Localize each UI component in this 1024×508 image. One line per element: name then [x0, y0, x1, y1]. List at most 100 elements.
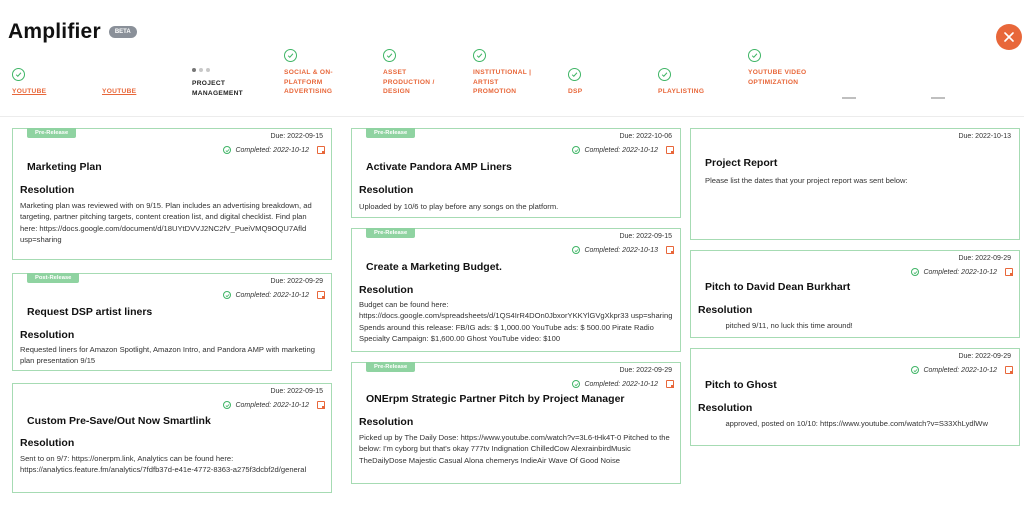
resolution-heading: Resolution — [20, 184, 75, 196]
due-date: Due: 2022-09-15 — [619, 233, 672, 240]
step-label: SOCIAL & ON-PLATFORM ADVERTISING — [284, 69, 333, 95]
resolution-text: Picked up by The Daily Dose: https://www… — [359, 433, 670, 465]
completed-status: Completed: 2022-10-12 — [223, 401, 325, 409]
step-label: PROJECT MANAGEMENT — [192, 80, 243, 97]
release-tag: Post-Release — [27, 273, 80, 283]
resolution-text: Uploaded by 10/6 to play before any song… — [359, 202, 559, 211]
due-date: Due: 2022-09-29 — [270, 278, 323, 285]
note-icon[interactable] — [666, 246, 674, 254]
check-icon — [223, 146, 232, 154]
beta-badge: BETA — [108, 26, 137, 38]
note-icon[interactable] — [317, 291, 325, 299]
completed-status: Completed: 2022-10-12 — [223, 146, 325, 154]
due-date: Due: 2022-09-15 — [270, 133, 323, 140]
task-card-marketing-budget[interactable]: Pre-Release Due: 2022-09-15 Completed: 2… — [351, 228, 681, 352]
check-icon — [284, 49, 297, 62]
task-card-pitch-ghost[interactable]: Due: 2022-09-29 Completed: 2022-10-12 Pi… — [690, 348, 1020, 446]
stepper: YOUTUBE YOUTUBE PROJECT MANAGEMENT SOCIA… — [0, 48, 1024, 110]
resolution-text: Marketing plan was reviewed with on 9/15… — [20, 201, 312, 244]
app-title: Amplifier — [8, 20, 101, 43]
task-card-pandora-amp[interactable]: Pre-Release Due: 2022-10-06 Completed: 2… — [351, 128, 681, 218]
step-dsp[interactable]: DSP — [568, 68, 648, 97]
step-label: PLAYLISTING — [658, 88, 705, 95]
step-placeholder-dash — [842, 97, 856, 99]
check-icon — [383, 49, 396, 62]
step-youtube-video-optimization[interactable]: YOUTUBE VIDEO OPTIMIZATION — [748, 49, 828, 87]
completed-status: Completed: 2022-10-12 — [911, 366, 1013, 374]
step-project-management[interactable]: PROJECT MANAGEMENT — [192, 66, 272, 98]
check-icon — [568, 68, 581, 81]
task-card-pitch-david-dean-burkhart[interactable]: Due: 2022-09-29 Completed: 2022-10-12 Pi… — [690, 250, 1020, 338]
check-icon — [12, 68, 25, 81]
note-icon[interactable] — [1005, 366, 1013, 374]
step-placeholder-dash — [931, 97, 945, 99]
completed-date: Completed: 2022-10-12 — [235, 146, 309, 154]
note-icon[interactable] — [1005, 268, 1013, 276]
step-label: INSTITUTIONAL | ARTIST PROMOTION — [473, 69, 532, 95]
step-asset-production[interactable]: ASSET PRODUCTION / DESIGN — [383, 49, 463, 97]
completed-date: Completed: 2022-10-12 — [235, 291, 309, 299]
due-date: Due: 2022-09-29 — [958, 353, 1011, 360]
completed-date: Completed: 2022-10-12 — [235, 401, 309, 409]
resolution-heading: Resolution — [698, 402, 753, 414]
completed-date: Completed: 2022-10-13 — [584, 246, 658, 254]
resolution-text: Budget can be found here: https://docs.g… — [359, 300, 673, 343]
resolution-text: Requested liners for Amazon Spotlight, A… — [20, 345, 315, 366]
check-icon — [911, 268, 920, 276]
task-card-request-dsp-liners[interactable]: Post-Release Due: 2022-09-29 Completed: … — [12, 273, 332, 371]
check-icon — [572, 246, 581, 254]
completed-date: Completed: 2022-10-12 — [923, 366, 997, 374]
task-card-strategic-partner-pitch[interactable]: Pre-Release Due: 2022-09-29 Completed: 2… — [351, 362, 681, 484]
progress-dots — [192, 68, 272, 72]
card-title: Project Report — [705, 157, 778, 169]
resolution-text: pitched 9/11, no luck this time around! — [698, 321, 853, 330]
app-header: Amplifier BETA — [8, 20, 137, 44]
due-date: Due: 2022-09-29 — [958, 255, 1011, 262]
resolution-text: approved, posted on 10/10: https://www.y… — [698, 419, 988, 428]
note-icon[interactable] — [317, 146, 325, 154]
check-icon — [658, 68, 671, 81]
completed-date: Completed: 2022-10-12 — [584, 380, 658, 388]
step-youtube-2[interactable]: YOUTUBE — [102, 68, 182, 97]
check-icon — [911, 366, 920, 374]
step-institutional-promotion[interactable]: INSTITUTIONAL | ARTIST PROMOTION — [473, 49, 553, 97]
close-button[interactable] — [996, 24, 1022, 50]
task-card-project-report[interactable]: Due: 2022-10-13 Project Report Please li… — [690, 128, 1020, 240]
note-icon[interactable] — [666, 146, 674, 154]
card-title: Pitch to David Dean Burkhart — [705, 281, 851, 293]
release-tag: Pre-Release — [366, 228, 416, 238]
step-playlisting[interactable]: PLAYLISTING — [658, 68, 738, 97]
note-icon[interactable] — [317, 401, 325, 409]
release-tag: Pre-Release — [366, 362, 416, 372]
resolution-heading: Resolution — [359, 416, 414, 428]
note-icon[interactable] — [666, 380, 674, 388]
check-icon — [748, 49, 761, 62]
resolution-heading: Resolution — [20, 329, 75, 341]
resolution-heading: Resolution — [20, 437, 75, 449]
task-card-smartlink[interactable]: Due: 2022-09-15 Completed: 2022-10-12 Cu… — [12, 383, 332, 493]
step-youtube-1[interactable]: YOUTUBE — [12, 68, 92, 97]
card-title: ONErpm Strategic Partner Pitch by Projec… — [366, 393, 625, 405]
check-icon — [223, 291, 232, 299]
step-social-advertising[interactable]: SOCIAL & ON-PLATFORM ADVERTISING — [284, 49, 364, 97]
completed-status: Completed: 2022-10-13 — [572, 246, 674, 254]
resolution-heading: Resolution — [359, 184, 414, 196]
release-tag: Pre-Release — [366, 128, 416, 138]
completed-status: Completed: 2022-10-12 — [572, 146, 674, 154]
card-title: Custom Pre-Save/Out Now Smartlink — [27, 415, 211, 427]
completed-status: Completed: 2022-10-12 — [223, 291, 325, 299]
card-title: Create a Marketing Budget. — [366, 261, 502, 273]
card-title: Marketing Plan — [27, 161, 102, 173]
due-date: Due: 2022-09-29 — [619, 367, 672, 374]
due-date: Due: 2022-10-13 — [958, 133, 1011, 140]
step-label: DSP — [568, 88, 583, 95]
card-title: Pitch to Ghost — [705, 379, 777, 391]
step-label: YOUTUBE VIDEO OPTIMIZATION — [748, 69, 807, 86]
header-divider — [0, 116, 1024, 117]
resolution-text: Sent to on 9/7: https://onerpm.link, Ana… — [20, 454, 307, 475]
card-title: Activate Pandora AMP Liners — [366, 161, 512, 173]
completed-date: Completed: 2022-10-12 — [584, 146, 658, 154]
card-instructions: Please list the dates that your project … — [705, 176, 908, 185]
task-card-marketing-plan[interactable]: Pre-Release Due: 2022-09-15 Completed: 2… — [12, 128, 332, 260]
resolution-heading: Resolution — [359, 284, 414, 296]
